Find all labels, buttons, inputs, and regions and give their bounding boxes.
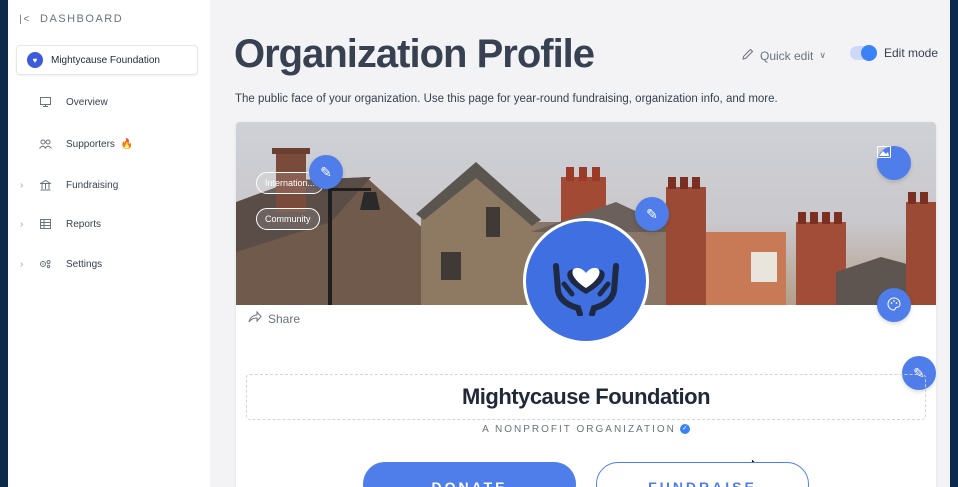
edit-mode-label: Edit mode bbox=[884, 46, 939, 60]
flame-icon: 🔥 bbox=[120, 138, 134, 150]
sidebar-item-label: Supporters 🔥 bbox=[66, 138, 134, 150]
sidebar-item-supporters[interactable]: Supporters 🔥 bbox=[8, 134, 210, 154]
bank-icon bbox=[38, 178, 52, 192]
chevron-right-icon[interactable]: › bbox=[20, 219, 23, 230]
chevron-right-icon[interactable]: › bbox=[20, 259, 23, 270]
org-avatar: ♥ bbox=[27, 52, 43, 68]
table-icon bbox=[38, 217, 52, 231]
sidebar-item-label: Fundraising bbox=[66, 179, 119, 191]
page-title: Organization Profile bbox=[234, 32, 595, 76]
collapse-sidebar-icon[interactable]: |< bbox=[18, 12, 32, 26]
dashboard-header[interactable]: |< DASHBOARD bbox=[18, 12, 123, 26]
org-logo bbox=[523, 218, 649, 344]
quick-edit-dropdown[interactable]: Quick edit ∨ bbox=[742, 48, 826, 63]
org-name: Mightycause Foundation bbox=[461, 384, 711, 409]
sidebar-item-label: Settings bbox=[66, 258, 103, 270]
palette-icon bbox=[887, 296, 901, 314]
sidebar-item-settings[interactable]: › Settings bbox=[8, 254, 210, 274]
sidebar-item-overview[interactable]: Overview bbox=[8, 92, 210, 112]
donate-button[interactable]: DONATE bbox=[363, 462, 576, 487]
org-switcher-name: Mightycause Foundation bbox=[51, 54, 160, 66]
fundraise-button[interactable]: FUNDRAISE bbox=[596, 462, 809, 487]
share-icon bbox=[248, 310, 262, 326]
pencil-icon: ✎ bbox=[320, 163, 332, 180]
edit-logo-button[interactable]: ✎ bbox=[635, 197, 669, 231]
pencil-icon bbox=[742, 48, 754, 63]
app-window: |< DASHBOARD ♥ Mightycause Foundation Ov… bbox=[8, 0, 950, 487]
sidebar-item-label: Overview bbox=[66, 96, 108, 108]
change-cover-button[interactable] bbox=[877, 146, 911, 180]
sidebar-item-reports[interactable]: › Reports bbox=[8, 214, 210, 234]
edit-tags-button[interactable]: ✎ bbox=[309, 155, 343, 189]
sidebar: |< DASHBOARD ♥ Mightycause Foundation Ov… bbox=[8, 0, 210, 487]
monitor-icon bbox=[38, 95, 52, 109]
sidebar-item-fundraising[interactable]: › Fundraising bbox=[8, 175, 210, 195]
page-subtitle: The public face of your organization. Us… bbox=[235, 93, 778, 105]
edit-mode-toggle[interactable]: Edit mode bbox=[850, 45, 939, 61]
verified-icon: ✓ bbox=[679, 424, 690, 435]
org-name-editable[interactable]: Mightycause Foundation bbox=[246, 374, 926, 420]
toggle-switch[interactable] bbox=[850, 45, 877, 61]
theme-color-button[interactable] bbox=[877, 288, 911, 322]
share-label: Share bbox=[268, 311, 301, 326]
share-button[interactable]: Share bbox=[248, 310, 301, 326]
main-content: Organization Profile Quick edit ∨ Edit m… bbox=[210, 0, 950, 487]
toggle-knob bbox=[861, 45, 877, 61]
chevron-down-icon: ∨ bbox=[819, 50, 826, 60]
dashboard-label: DASHBOARD bbox=[40, 13, 124, 25]
gear-icon bbox=[38, 257, 52, 271]
tag-community[interactable]: Community bbox=[256, 208, 320, 230]
sidebar-item-label: Reports bbox=[66, 218, 102, 230]
people-icon bbox=[38, 137, 52, 151]
profile-card: Internation... Community ✎ ✎ Share ✎ Mig… bbox=[236, 122, 936, 487]
org-type-label: A NONPROFIT ORGANIZATION ✓ bbox=[236, 424, 936, 435]
org-switcher[interactable]: ♥ Mightycause Foundation bbox=[16, 45, 198, 75]
heart-hands-icon bbox=[553, 263, 619, 316]
quick-edit-label: Quick edit bbox=[760, 48, 814, 63]
pencil-icon: ✎ bbox=[646, 205, 658, 222]
chevron-right-icon[interactable]: › bbox=[20, 180, 23, 191]
